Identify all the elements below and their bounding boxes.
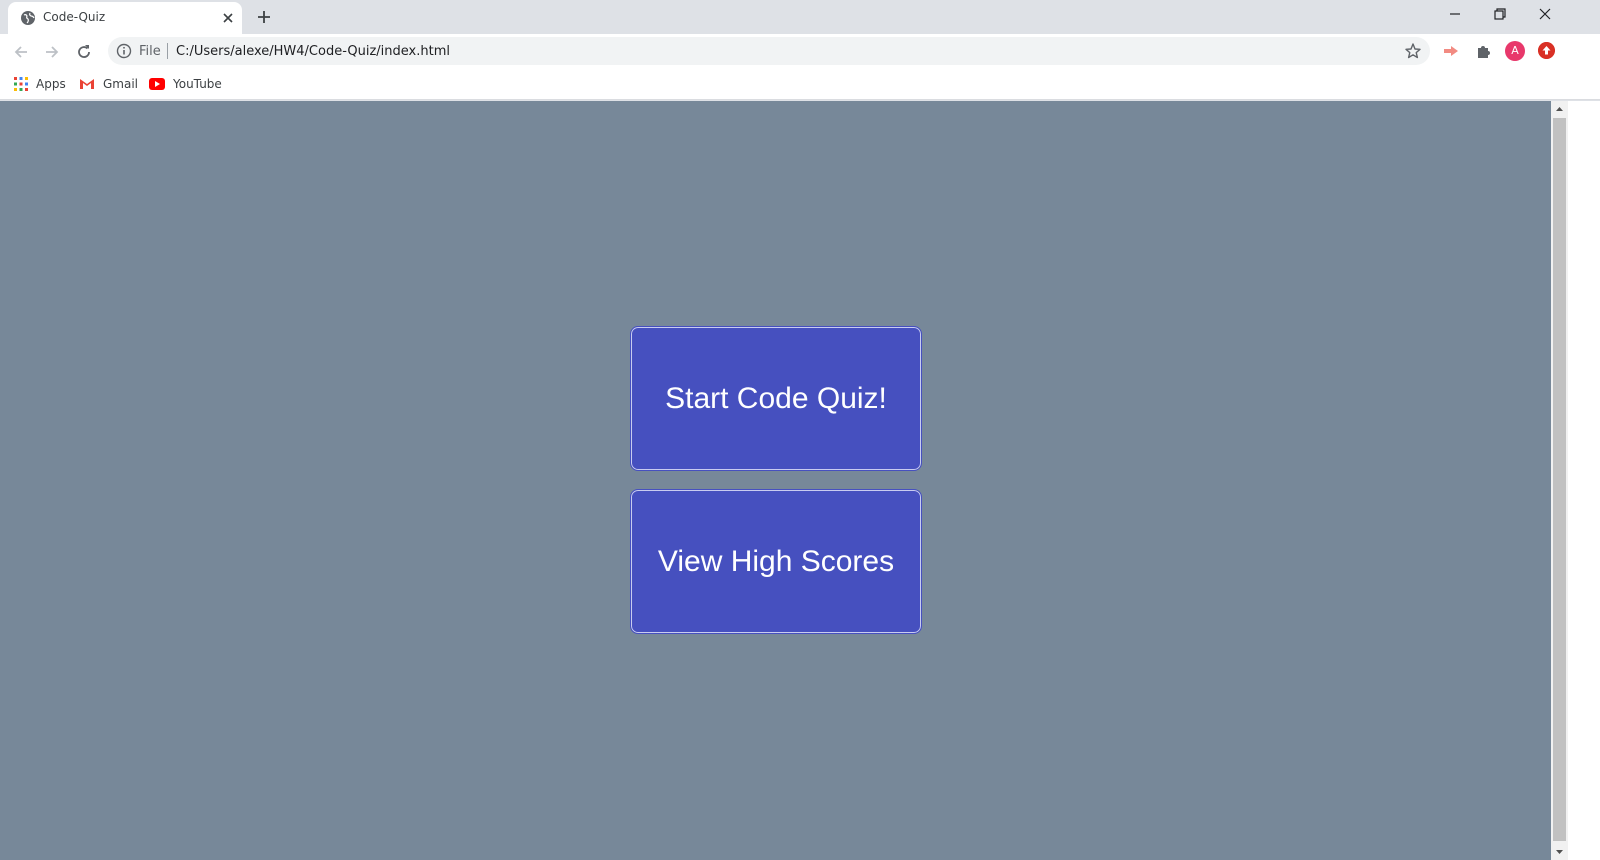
gmail-icon xyxy=(80,79,94,89)
bookmarks-bar: Apps Gmail YouTube xyxy=(0,68,1600,100)
address-bar[interactable]: File C:/Users/alexe/HW4/Code-Quiz/index.… xyxy=(108,37,1430,65)
window-edge xyxy=(1568,101,1600,860)
restore-icon[interactable] xyxy=(1492,6,1508,22)
bookmark-gmail[interactable]: Gmail xyxy=(79,74,138,94)
tab-strip: Code-Quiz xyxy=(0,0,1600,34)
vertical-scrollbar[interactable] xyxy=(1551,101,1568,860)
apps-grid-icon xyxy=(14,77,28,91)
browser-tab[interactable]: Code-Quiz xyxy=(8,2,242,34)
scroll-up-arrow-icon[interactable] xyxy=(1551,101,1568,118)
globe-icon xyxy=(21,11,35,25)
start-quiz-button[interactable]: Start Code Quiz! xyxy=(630,326,922,471)
profile-avatar[interactable]: A xyxy=(1505,41,1525,61)
scroll-down-arrow-icon[interactable] xyxy=(1551,843,1568,860)
page-content: Start Code Quiz! View High Scores xyxy=(0,101,1551,860)
info-icon[interactable] xyxy=(116,43,132,59)
extensions-puzzle-icon[interactable] xyxy=(1475,42,1493,60)
forward-icon[interactable] xyxy=(43,43,61,61)
back-icon[interactable] xyxy=(12,43,30,61)
update-icon[interactable] xyxy=(1538,42,1555,59)
extension-arrow-icon[interactable] xyxy=(1442,42,1460,60)
bookmark-label: Apps xyxy=(36,77,66,91)
browser-toolbar: File C:/Users/alexe/HW4/Code-Quiz/index.… xyxy=(0,34,1600,68)
minimize-icon[interactable] xyxy=(1447,6,1463,22)
close-window-icon[interactable] xyxy=(1537,6,1553,22)
url-text[interactable]: C:/Users/alexe/HW4/Code-Quiz/index.html xyxy=(176,44,450,59)
view-high-scores-button[interactable]: View High Scores xyxy=(630,489,922,634)
new-tab-icon[interactable] xyxy=(256,9,272,25)
scroll-thumb[interactable] xyxy=(1553,118,1566,841)
tab-title: Code-Quiz xyxy=(43,10,106,24)
address-separator xyxy=(167,43,168,59)
bookmark-star-icon[interactable] xyxy=(1404,42,1422,60)
scheme-label: File xyxy=(139,44,161,59)
bookmark-label: Gmail xyxy=(103,77,139,91)
youtube-icon xyxy=(149,78,165,90)
close-tab-icon[interactable] xyxy=(220,10,236,26)
bookmark-apps[interactable]: Apps xyxy=(14,74,66,94)
reload-icon[interactable] xyxy=(75,43,93,61)
bookmark-youtube[interactable]: YouTube xyxy=(149,74,222,94)
bookmark-label: YouTube xyxy=(173,77,222,91)
